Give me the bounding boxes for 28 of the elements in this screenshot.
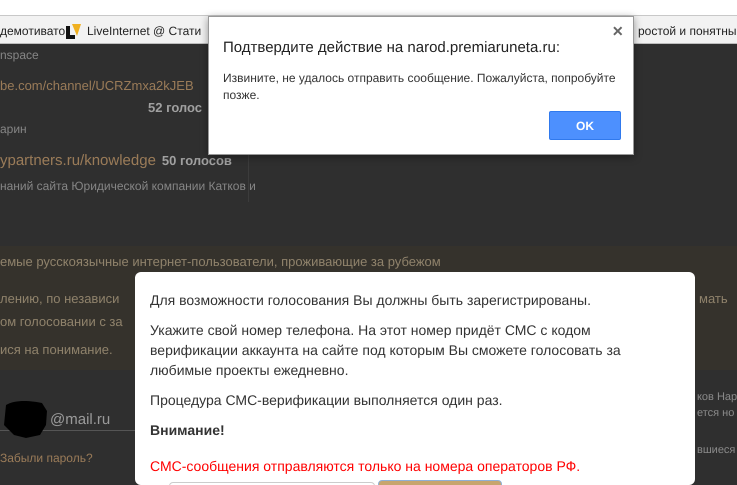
bookmark-link[interactable]: демотивато (0, 22, 66, 40)
bookmark-link[interactable]: LiveInternet @ Стати (87, 22, 202, 40)
background-link[interactable]: be.com/channel/UCRZmxa2kJEB (0, 76, 194, 96)
notice-text: ом голосовании с за (0, 313, 123, 331)
background-text: ется но (697, 406, 734, 421)
modal-text: Для возможности голосования Вы должны быть зарегистрированы. (150, 291, 592, 310)
ok-button[interactable]: OK (549, 111, 621, 140)
alert-title: Подтвердите действие на narod.premiaruneta.ru: (223, 38, 560, 58)
background-text: вшиеся (697, 443, 736, 458)
background-text: ков Нар (697, 390, 737, 405)
vote-count: 50 голосов (162, 152, 232, 170)
notice-text: емые русскоязычные интернет-пользователи, проживающие за рубежом (0, 253, 441, 271)
notice-text: лению, по независи (0, 290, 120, 308)
bookmark-link[interactable]: ростой и понятны (638, 22, 737, 40)
background-text: наний сайта Юридической компании Катков и (0, 178, 256, 195)
background-text: арин (0, 121, 27, 138)
close-button[interactable]: × (608, 21, 627, 41)
redaction-mark (2, 399, 48, 439)
background-text: nspace (0, 47, 39, 64)
background-link[interactable]: ypartners.ru/knowledge (0, 150, 156, 172)
warning-text: СМС-сообщения отправляются только на номера операторов РФ. (150, 457, 582, 476)
notice-text: ися на понимание. (0, 341, 113, 359)
alert-message: Извините, не удалось отправить сообщение. Пожалуйста, попробуйте позже. (223, 70, 617, 104)
notice-text: мать (699, 290, 728, 308)
modal-text: Процедура СМС-верификации выполняется один раз. (150, 391, 504, 410)
modal-text: Укажите свой номер телефона. На этот номер придёт СМС с кодом верификации аккаунта на сайте под которым Вы сможете голосовать за любимые проекты ежедневно. (150, 321, 622, 380)
forgot-password-link[interactable]: Забыли пароль? (0, 449, 93, 467)
vote-count: 52 голос (148, 99, 202, 117)
